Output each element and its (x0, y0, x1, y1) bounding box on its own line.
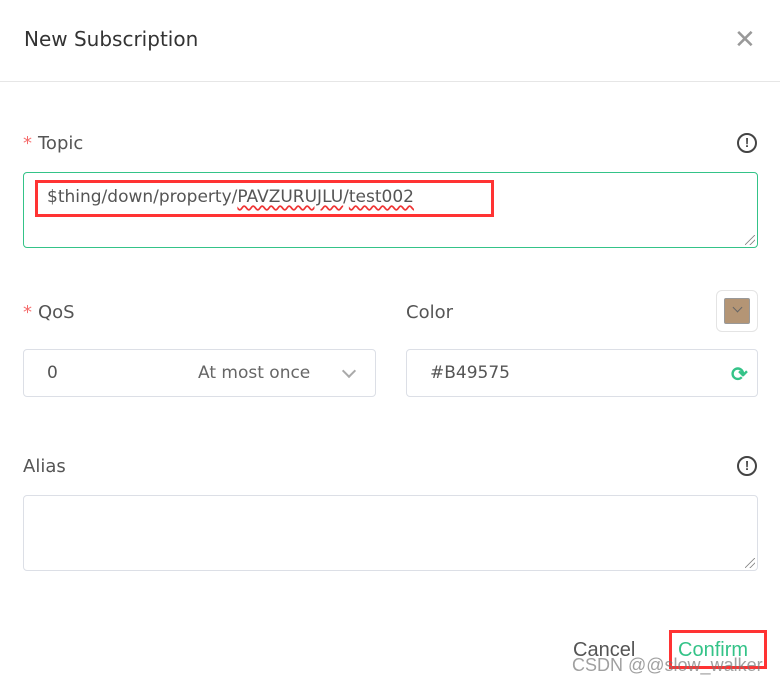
alias-label: Alias (23, 456, 66, 477)
chevron-down-icon (732, 302, 743, 313)
color-swatch (724, 298, 750, 324)
resize-handle[interactable] (745, 558, 755, 568)
color-label: Color (406, 302, 453, 323)
topic-label-text: Topic (38, 133, 84, 154)
qos-value: 0 (47, 363, 58, 383)
close-icon[interactable]: ✕ (734, 26, 756, 52)
topic-label: * Topic (23, 133, 83, 154)
alias-input[interactable] (23, 495, 758, 571)
dialog-title: New Subscription (24, 27, 199, 51)
info-icon[interactable]: ! (737, 456, 757, 476)
refresh-icon[interactable]: ⟳ (731, 362, 748, 387)
resize-handle[interactable] (745, 235, 755, 245)
qos-label: * QoS (23, 302, 75, 323)
qos-description: At most once (198, 363, 311, 383)
color-value: #B49575 (430, 363, 510, 383)
watermark: CSDN @@slow_walker (572, 655, 763, 675)
qos-select[interactable]: 0 At most once (23, 349, 376, 397)
color-input[interactable]: #B49575 ⟳ (406, 349, 758, 397)
required-mark: * (23, 133, 32, 154)
highlight-box (35, 180, 494, 217)
info-icon[interactable]: ! (737, 133, 757, 153)
dialog-header: New Subscription ✕ (0, 0, 780, 82)
chevron-down-icon (341, 363, 357, 379)
color-picker-button[interactable] (716, 290, 758, 332)
